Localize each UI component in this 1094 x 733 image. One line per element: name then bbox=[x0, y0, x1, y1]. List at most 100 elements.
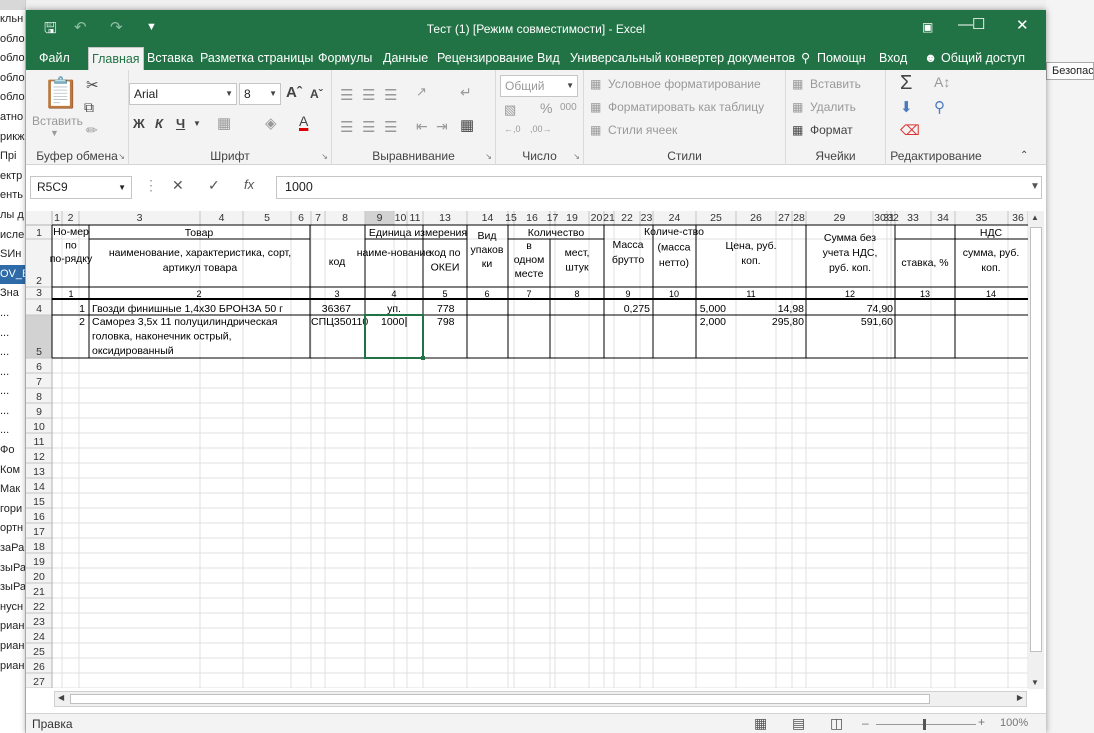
tab-converter[interactable]: Универсальный конвертер документов bbox=[567, 47, 798, 70]
sort-filter-icon[interactable]: A↕ bbox=[934, 74, 950, 90]
wrap-text-icon[interactable]: ↵ bbox=[460, 84, 472, 101]
increase-decimal-icon[interactable]: ←,0 bbox=[504, 124, 521, 134]
tab-formulas[interactable]: Формулы bbox=[315, 47, 375, 70]
copy-icon[interactable]: ⧉ bbox=[84, 99, 94, 116]
tab-insert[interactable]: Вставка bbox=[144, 47, 196, 70]
worksheet-grid[interactable]: 1 2 3 4 5 6 7 8 9 10 11 13 14 15 16 17 19 20 21 22 23 24 25 26 2… bbox=[26, 211, 1046, 688]
align-top-icon[interactable]: ☰ bbox=[340, 86, 353, 104]
autosum-icon[interactable]: Σ bbox=[900, 72, 912, 95]
scroll-up-icon[interactable]: ▲ bbox=[1031, 213, 1039, 222]
cut-icon[interactable]: ✂ bbox=[86, 76, 99, 94]
column-number: 2 bbox=[196, 289, 201, 299]
column-header: 27 bbox=[778, 212, 790, 224]
share-button[interactable]: Общий доступ bbox=[938, 47, 1028, 70]
font-launcher-icon[interactable]: ↘ bbox=[321, 152, 328, 161]
decrease-indent-icon[interactable]: ⇤ bbox=[416, 118, 428, 135]
format-painter-icon[interactable]: ✏ bbox=[86, 122, 98, 139]
font-size-combo[interactable]: 8 ▼ bbox=[239, 83, 281, 105]
underline-dropdown-icon[interactable]: ▼ bbox=[193, 119, 201, 128]
insert-function-icon[interactable]: fx bbox=[244, 177, 254, 192]
horizontal-scroll-thumb[interactable] bbox=[70, 694, 930, 704]
formula-input[interactable]: 1000 bbox=[276, 176, 1042, 199]
conditional-formatting-button[interactable]: Условное форматирование bbox=[608, 77, 761, 91]
align-middle-icon[interactable]: ☰ bbox=[362, 86, 375, 104]
font-color-icon[interactable]: A bbox=[299, 113, 308, 129]
number-launcher-icon[interactable]: ↘ bbox=[573, 152, 580, 161]
name-box[interactable]: R5C9 ▼ bbox=[30, 176, 132, 199]
currency-icon[interactable]: ▧ bbox=[504, 102, 516, 118]
vertical-scroll-thumb[interactable] bbox=[1030, 227, 1042, 652]
format-cells-button[interactable]: Формат bbox=[810, 123, 853, 137]
alignment-launcher-icon[interactable]: ↘ bbox=[485, 152, 492, 161]
fill-color-icon[interactable]: ◈ bbox=[265, 114, 277, 132]
row-header: 11 bbox=[34, 436, 45, 448]
orientation-icon[interactable]: ↗ bbox=[416, 84, 427, 100]
zoom-slider-thumb[interactable] bbox=[923, 719, 926, 730]
zoom-out-icon[interactable]: – bbox=[862, 716, 869, 730]
ribbon-options-icon[interactable]: ▣ bbox=[922, 20, 933, 34]
increase-indent-icon[interactable]: ⇥ bbox=[436, 118, 448, 135]
tell-me-box[interactable]: Помощн bbox=[814, 47, 869, 70]
align-bottom-icon[interactable]: ☰ bbox=[384, 86, 397, 104]
scroll-down-icon[interactable]: ▼ bbox=[1031, 678, 1039, 687]
cell-styles-button[interactable]: Стили ячеек bbox=[608, 123, 677, 137]
merge-center-icon[interactable]: ▦ bbox=[460, 116, 474, 134]
bold-button[interactable]: Ж bbox=[133, 116, 145, 131]
tell-me-icon[interactable]: ⚲ bbox=[798, 47, 813, 70]
insert-cells-button[interactable]: Вставить bbox=[810, 77, 861, 91]
close-icon[interactable]: ✕ bbox=[1016, 16, 1029, 34]
maximize-icon[interactable]: ☐ bbox=[972, 15, 985, 33]
sign-in-link[interactable]: Вход bbox=[876, 47, 910, 70]
borders-icon[interactable]: ▦ bbox=[217, 114, 231, 132]
tab-home[interactable]: Главная bbox=[88, 47, 144, 70]
tab-page-layout[interactable]: Разметка страницы bbox=[197, 47, 316, 70]
vertical-scrollbar[interactable]: ▲ ▼ bbox=[1028, 211, 1044, 689]
item-quantity: 5,000 bbox=[700, 303, 726, 315]
underline-button[interactable]: Ч bbox=[176, 116, 185, 131]
decrease-decimal-icon[interactable]: ,00→ bbox=[530, 124, 552, 134]
page-layout-view-icon[interactable]: ▤ bbox=[792, 715, 805, 732]
normal-view-icon[interactable]: ▦ bbox=[754, 715, 767, 732]
tab-review[interactable]: Рецензирование bbox=[434, 47, 537, 70]
zoom-slider[interactable] bbox=[876, 724, 976, 725]
number-format-combo[interactable]: Общий ▼ bbox=[500, 75, 578, 97]
format-as-table-button[interactable]: Форматировать как таблицу bbox=[608, 100, 764, 114]
zoom-level[interactable]: 100% bbox=[1000, 717, 1028, 729]
minimize-icon[interactable]: — bbox=[958, 16, 973, 33]
column-header: 13 bbox=[439, 212, 451, 224]
tab-file[interactable]: Файл bbox=[36, 47, 73, 70]
column-header: 6 bbox=[298, 212, 304, 224]
zoom-in-icon[interactable]: + bbox=[978, 715, 985, 729]
fill-icon[interactable]: ⬇ bbox=[900, 98, 913, 116]
item-price: 14,98 bbox=[778, 303, 804, 315]
expand-formula-bar-icon[interactable]: ▼ bbox=[1030, 181, 1040, 192]
paste-icon[interactable]: 📋 bbox=[42, 76, 79, 111]
align-center-icon[interactable]: ☰ bbox=[362, 118, 375, 136]
tab-data[interactable]: Данные bbox=[380, 47, 431, 70]
italic-button[interactable]: К bbox=[155, 116, 163, 131]
clear-icon[interactable]: ⌫ bbox=[900, 122, 920, 139]
align-right-icon[interactable]: ☰ bbox=[384, 118, 397, 136]
scroll-right-icon[interactable]: ▶ bbox=[1017, 693, 1023, 702]
percent-icon[interactable]: % bbox=[540, 100, 552, 116]
clipboard-launcher-icon[interactable]: ↘ bbox=[118, 152, 125, 161]
scroll-left-icon[interactable]: ◀ bbox=[58, 693, 64, 702]
enter-icon[interactable]: ✓ bbox=[208, 177, 220, 194]
background-list-item: облон bbox=[0, 52, 25, 65]
find-select-icon[interactable]: ⚲ bbox=[934, 98, 945, 116]
shrink-font-icon[interactable]: Aˇ bbox=[310, 87, 323, 101]
paste-button[interactable]: Вставить bbox=[32, 114, 83, 128]
font-name-combo[interactable]: Arial ▼ bbox=[129, 83, 237, 105]
grow-font-icon[interactable]: Aˆ bbox=[286, 84, 302, 101]
excel-window: 🖫 ↶ ↷ ▼ Тест (1) [Режим совместимости] -… bbox=[26, 10, 1046, 733]
tab-view[interactable]: Вид bbox=[534, 47, 563, 70]
align-left-icon[interactable]: ☰ bbox=[340, 118, 353, 136]
paste-dropdown-icon[interactable]: ▼ bbox=[50, 128, 59, 138]
horizontal-scrollbar[interactable]: ◀ ▶ bbox=[54, 691, 1027, 707]
column-number: 10 bbox=[669, 289, 679, 299]
delete-cells-button[interactable]: Удалить bbox=[810, 100, 856, 114]
page-break-view-icon[interactable]: ◫ bbox=[830, 715, 843, 732]
comma-style-icon[interactable]: 000 bbox=[560, 102, 577, 113]
cancel-icon[interactable]: ✕ bbox=[172, 177, 184, 194]
collapse-ribbon-icon[interactable]: ⌃ bbox=[1020, 150, 1028, 161]
